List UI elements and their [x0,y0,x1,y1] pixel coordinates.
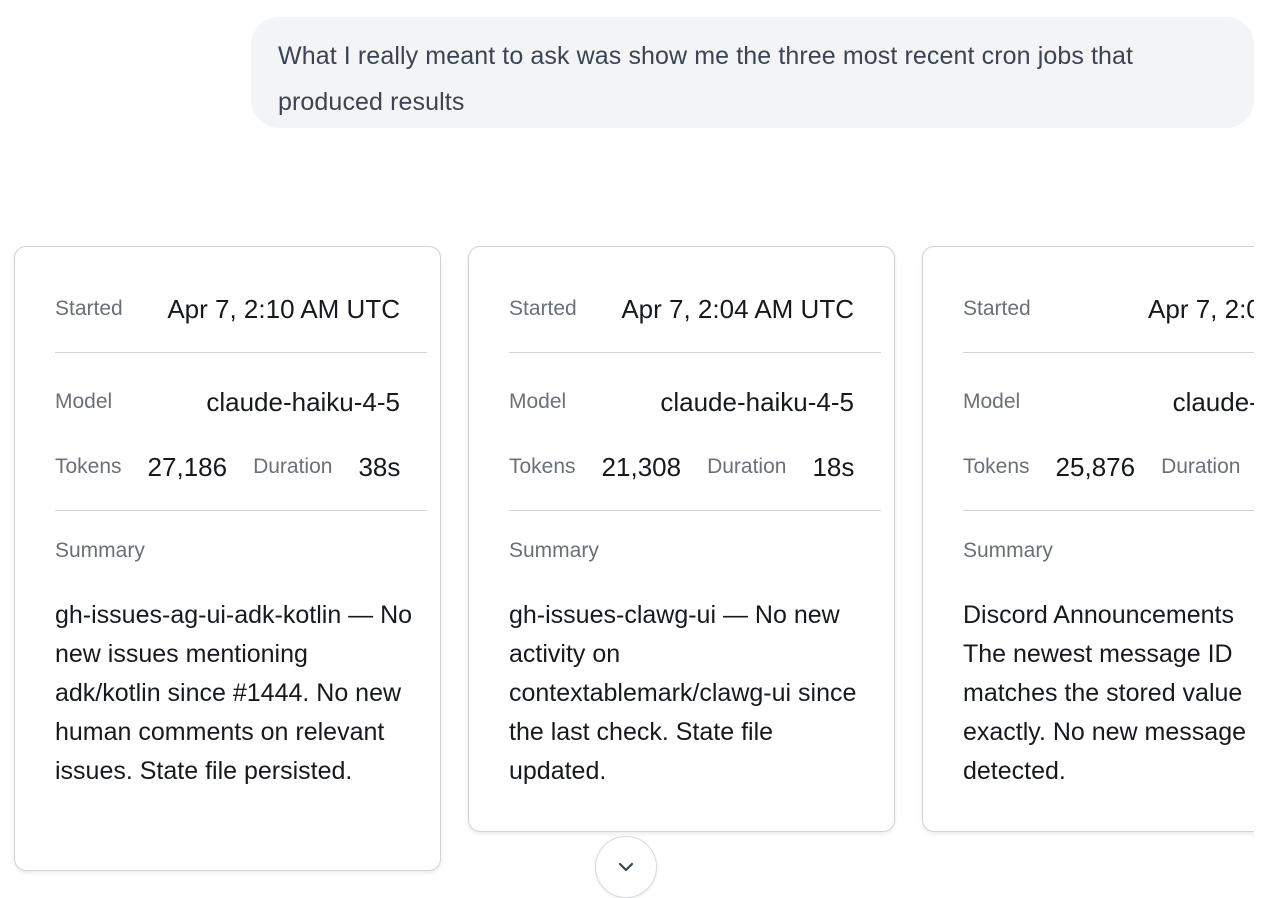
model-value: claude-haiku-4-5 [206,386,400,417]
cron-job-card: Started Apr 7, 2:04 AM Model claude-haik… [922,246,1254,832]
model-label: Model [963,390,1021,413]
started-value: Apr 7, 2:04 AM UTC [621,293,854,324]
divider [509,510,881,511]
summary-label: Summary [509,539,599,562]
summary-text: Discord Announcements The newest message… [963,601,1246,785]
divider [55,352,427,353]
started-label: Started [55,297,123,320]
stats-row: Tokens 25,876 Duration [963,447,1254,487]
duration-label: Duration [253,455,333,478]
started-row: Started Apr 7, 2:10 AM UTC [55,289,400,329]
stats-row: Tokens 21,308 Duration 18s [509,447,854,487]
tokens-label: Tokens [509,455,576,478]
tokens-value: 27,186 [147,451,228,482]
started-row: Started Apr 7, 2:04 AM UTC [509,289,854,329]
started-label: Started [963,297,1031,320]
tokens-value: 25,876 [1055,451,1136,482]
scroll-to-bottom-button[interactable] [595,836,657,898]
model-value: claude-haiku [1172,386,1254,417]
divider [963,352,1254,353]
started-label: Started [509,297,577,320]
summary-text: gh-issues-clawg-ui — No new activity on … [509,601,857,785]
stats-row: Tokens 27,186 Duration 38s [55,447,400,487]
started-row: Started Apr 7, 2:04 AM [963,289,1254,329]
chat-page: What I really meant to ask was show me t… [0,0,1280,898]
tokens-value: 21,308 [601,451,682,482]
cron-job-card: Started Apr 7, 2:10 AM UTC Model claude-… [14,246,441,871]
duration-value: 18s [812,451,855,482]
divider [509,352,881,353]
started-value: Apr 7, 2:10 AM UTC [167,293,400,324]
model-label: Model [509,390,567,413]
summary-label: Summary [55,539,145,562]
summary-text: gh-issues-ag-ui-adk-kotlin — No new issu… [55,601,413,785]
summary-label: Summary [963,539,1053,562]
tokens-label: Tokens [55,455,122,478]
divider [55,510,427,511]
started-value: Apr 7, 2:04 AM [1148,293,1254,324]
model-row: Model claude-haiku [963,382,1254,422]
duration-label: Duration [707,455,787,478]
chevron-down-icon [617,861,635,873]
divider [963,510,1254,511]
duration-value: 38s [358,451,401,482]
model-label: Model [55,390,113,413]
cron-job-cards-carousel[interactable]: Started Apr 7, 2:10 AM UTC Model claude-… [0,0,1254,898]
tokens-label: Tokens [963,455,1030,478]
model-value: claude-haiku-4-5 [660,386,854,417]
model-row: Model claude-haiku-4-5 [509,382,854,422]
duration-label: Duration [1161,455,1241,478]
model-row: Model claude-haiku-4-5 [55,382,400,422]
cron-job-card: Started Apr 7, 2:04 AM UTC Model claude-… [468,246,895,832]
